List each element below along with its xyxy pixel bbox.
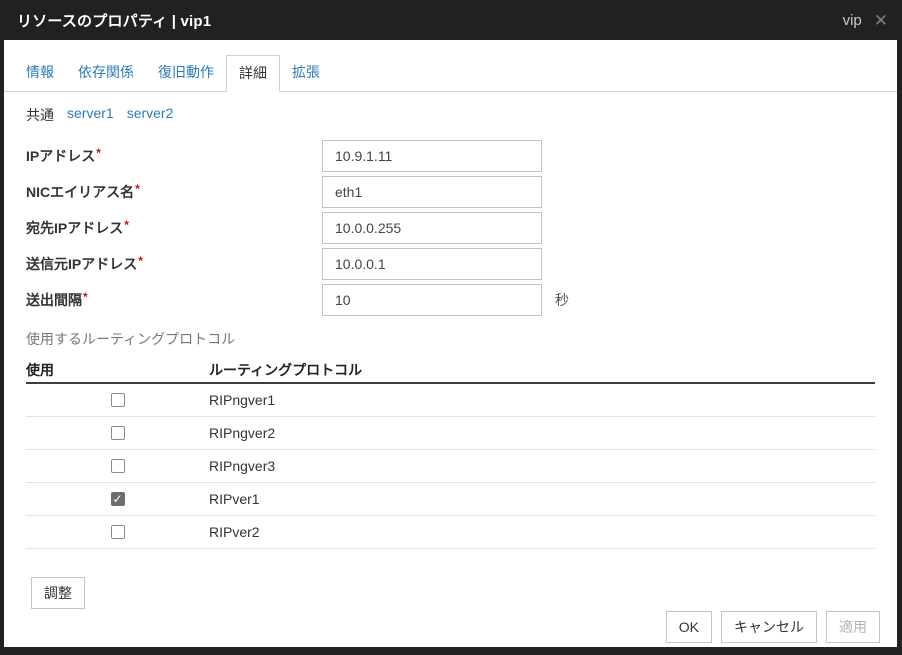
use-column-header: 使用	[26, 360, 209, 380]
tab-extension[interactable]: 拡張	[280, 55, 332, 91]
dialog-titlebar: リソースのプロパティ | vip1 vip ✕	[0, 0, 902, 40]
subtab-server2[interactable]: server2	[127, 105, 174, 125]
server-subtabs: 共通 server1 server2	[4, 92, 897, 125]
subtab-server1[interactable]: server1	[67, 105, 114, 125]
nic-alias-label: NICエイリアス名*	[26, 182, 322, 202]
table-row: RIPngver3	[26, 450, 875, 483]
footer-buttons: OK キャンセル 適用	[666, 611, 880, 643]
destination-ip-label: 宛先IPアドレス*	[26, 218, 322, 238]
form-row-source-ip: 送信元IPアドレス*	[4, 246, 897, 282]
tab-bar: 情報 依存関係 復旧動作 詳細 拡張	[4, 40, 897, 92]
required-asterisk: *	[83, 290, 88, 304]
tab-dependency[interactable]: 依存関係	[66, 55, 146, 91]
resource-properties-dialog: リソースのプロパティ | vip1 vip ✕ 情報 依存関係 復旧動作 詳細 …	[0, 0, 902, 655]
resource-name-label: vip	[843, 12, 862, 29]
table-header-row: 使用 ルーティングプロトコル	[26, 358, 875, 384]
send-interval-label: 送出間隔*	[26, 290, 322, 310]
tab-recovery[interactable]: 復旧動作	[146, 55, 226, 91]
protocol-name: RIPver1	[209, 491, 260, 507]
table-row: RIPver1	[26, 483, 875, 516]
form-row-send-interval: 送出間隔* 秒	[4, 282, 897, 318]
protocol-name: RIPngver1	[209, 392, 275, 408]
ok-button[interactable]: OK	[666, 611, 712, 643]
form-row-destination-ip: 宛先IPアドレス*	[4, 210, 897, 246]
cancel-button[interactable]: キャンセル	[721, 611, 817, 643]
form-row-nic-alias: NICエイリアス名*	[4, 174, 897, 210]
required-asterisk: *	[138, 254, 143, 268]
form-row-ip-address: IPアドレス*	[4, 138, 897, 174]
destination-ip-input[interactable]	[322, 212, 542, 244]
nic-alias-input[interactable]	[322, 176, 542, 208]
protocol-name: RIPver2	[209, 524, 260, 540]
required-asterisk: *	[96, 146, 101, 160]
tab-details[interactable]: 詳細	[226, 55, 280, 92]
routing-protocol-section-label: 使用するルーティングプロトコル	[4, 329, 897, 349]
adjust-button[interactable]: 調整	[31, 577, 85, 609]
apply-button[interactable]: 適用	[826, 611, 880, 643]
dialog-content: 情報 依存関係 復旧動作 詳細 拡張 共通 server1 server2 IP…	[4, 40, 897, 647]
ripngver1-checkbox[interactable]	[111, 393, 125, 407]
source-ip-input[interactable]	[322, 248, 542, 280]
ip-address-label: IPアドレス*	[26, 146, 322, 166]
routing-protocol-table: 使用 ルーティングプロトコル RIPngver1 RIPngver2 RIPng…	[26, 358, 875, 549]
table-row: RIPver2	[26, 516, 875, 549]
protocol-name: RIPngver2	[209, 425, 275, 441]
dialog-title: リソースのプロパティ | vip1	[17, 10, 211, 31]
seconds-unit-label: 秒	[555, 290, 569, 310]
tab-info[interactable]: 情報	[14, 55, 66, 91]
close-icon[interactable]: ✕	[874, 12, 888, 29]
ripver2-checkbox[interactable]	[111, 525, 125, 539]
ripngver2-checkbox[interactable]	[111, 426, 125, 440]
table-row: RIPngver1	[26, 384, 875, 417]
ip-address-input[interactable]	[322, 140, 542, 172]
subtab-common[interactable]: 共通	[26, 105, 54, 125]
required-asterisk: *	[135, 182, 140, 196]
ripver1-checkbox[interactable]	[111, 492, 125, 506]
required-asterisk: *	[124, 218, 129, 232]
send-interval-input[interactable]	[322, 284, 542, 316]
ripngver3-checkbox[interactable]	[111, 459, 125, 473]
details-form: IPアドレス* NICエイリアス名* 宛先IPアドレス* 送信元IPアドレス* …	[4, 138, 897, 318]
source-ip-label: 送信元IPアドレス*	[26, 254, 322, 274]
protocol-name: RIPngver3	[209, 458, 275, 474]
table-row: RIPngver2	[26, 417, 875, 450]
protocol-column-header: ルーティングプロトコル	[209, 360, 362, 380]
